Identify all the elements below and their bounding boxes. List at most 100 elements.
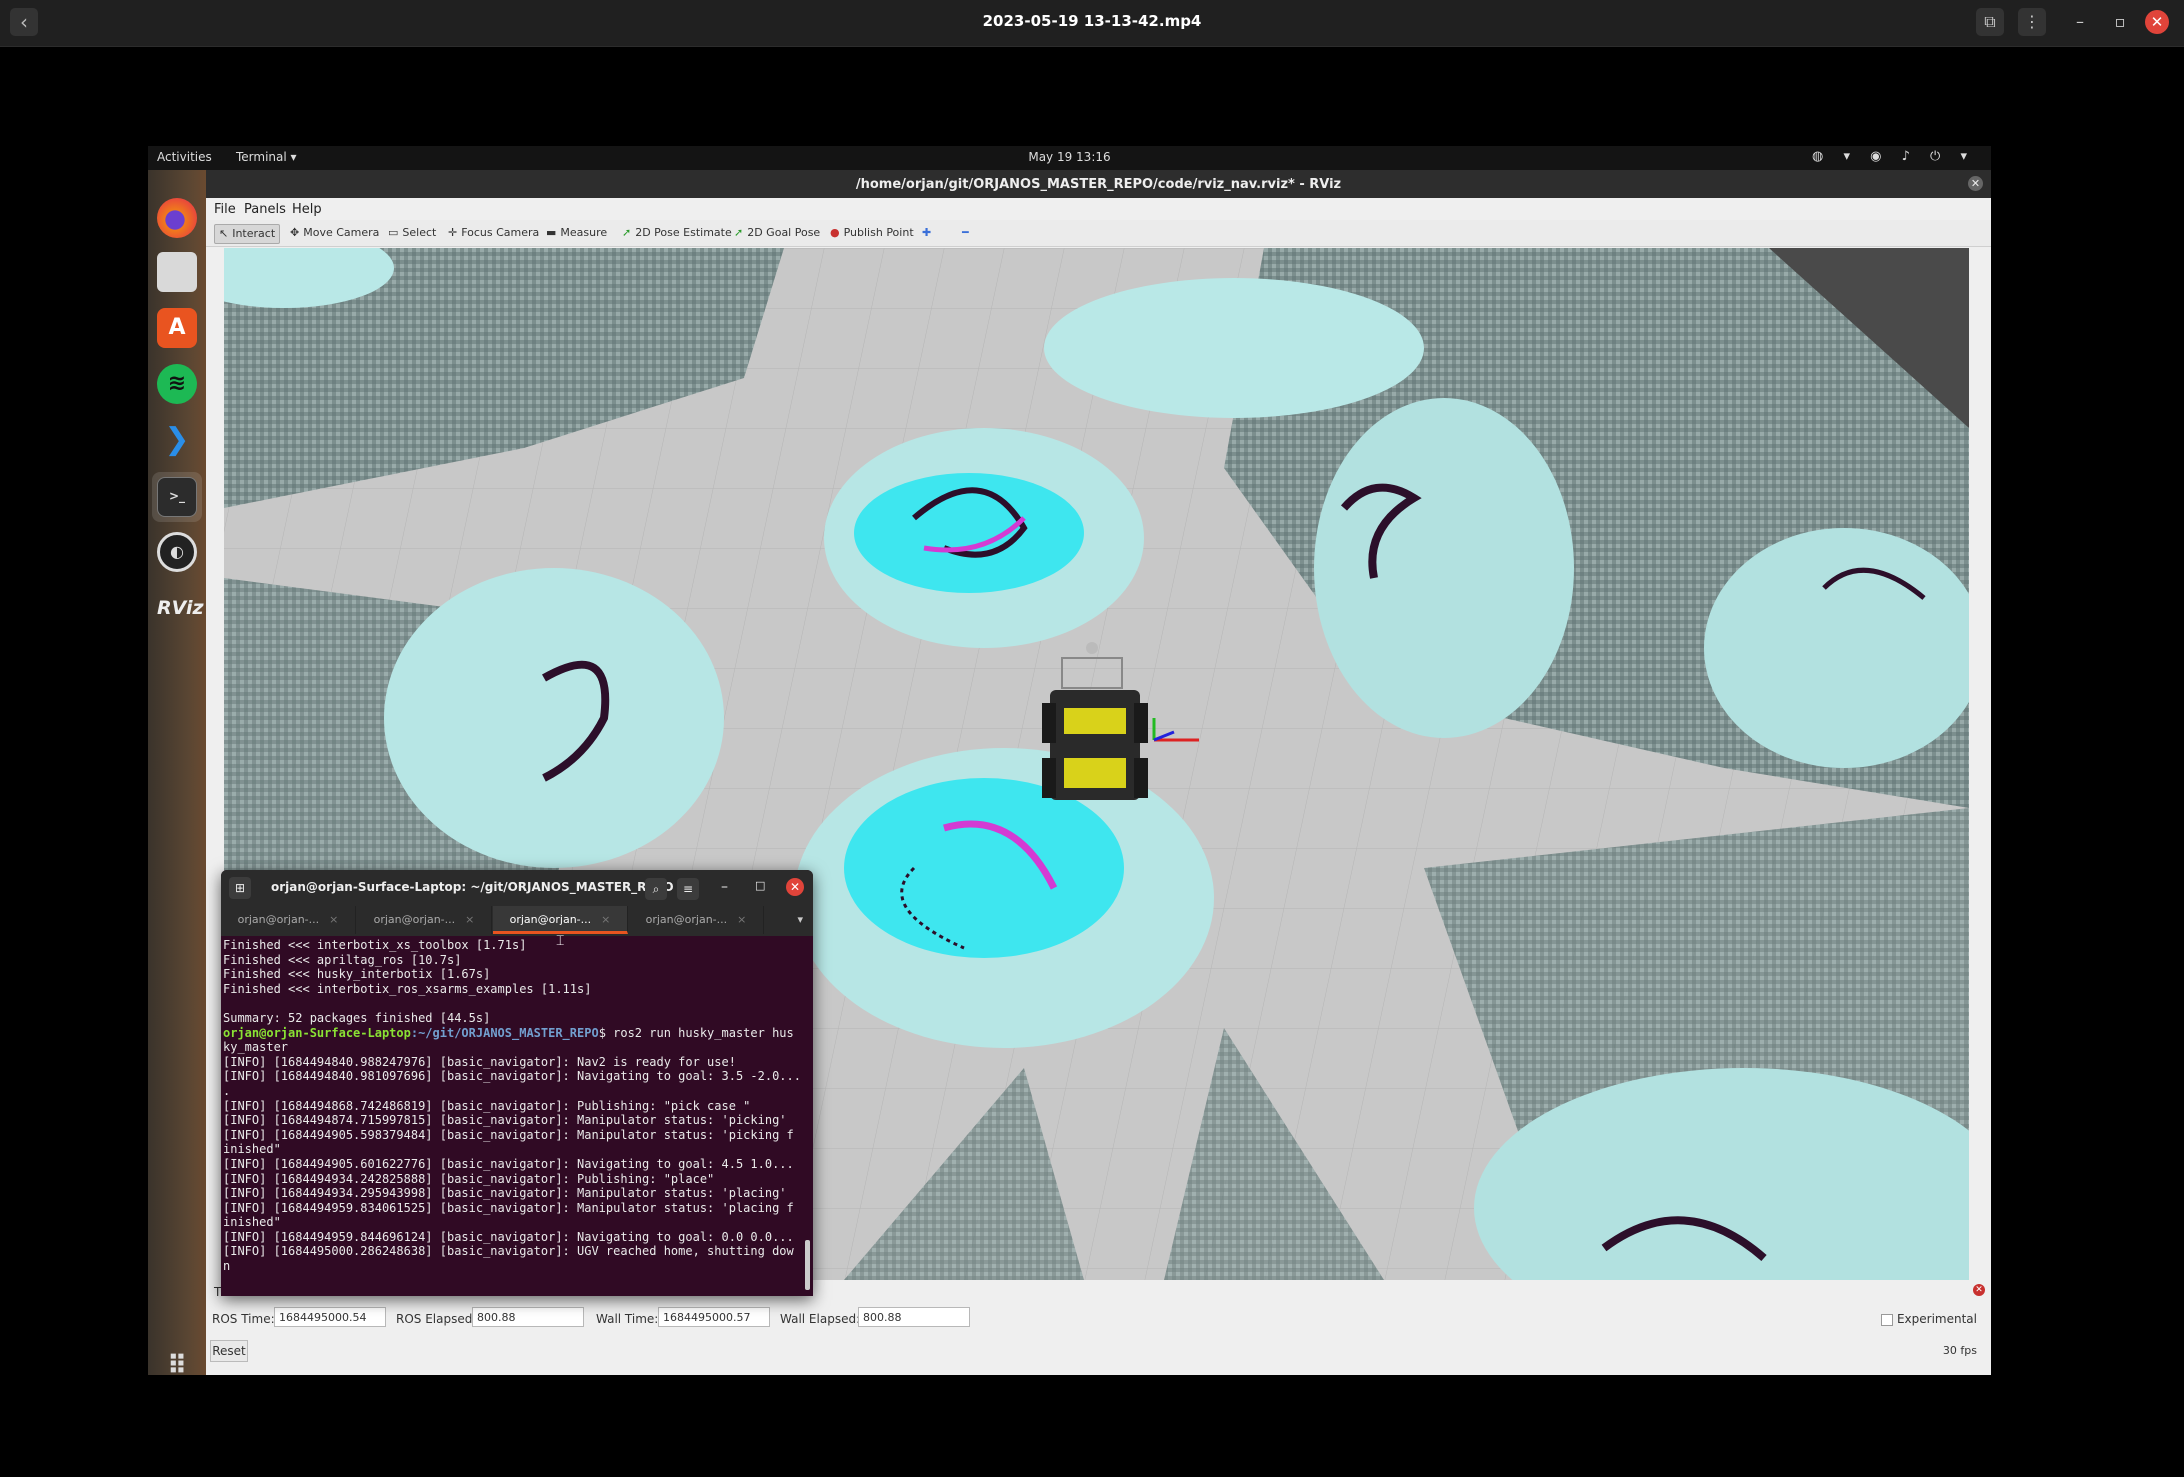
plus-icon: ✚ — [922, 226, 932, 239]
output-after: ky_master [INFO] [1684494840.988247976] [… — [223, 1040, 803, 1274]
prompt-path: :~/git/ORJANOS_MASTER_REPO — [410, 1025, 599, 1040]
tool-move-camera[interactable]: ✥ Move Camera — [286, 224, 383, 242]
terminal-tab[interactable]: orjan@orjan-... × — [629, 906, 764, 934]
tab-label: orjan@orjan-... — [509, 913, 592, 926]
terminal-icon[interactable]: >_ — [157, 477, 197, 517]
firefox-icon[interactable] — [157, 198, 197, 238]
wall-elapsed-field[interactable]: 800.88 — [858, 1307, 970, 1327]
minimize-icon[interactable]: – — [721, 879, 728, 895]
focus-icon: ✛ — [448, 226, 458, 239]
spotify-icon[interactable]: ≋ — [157, 364, 197, 404]
maximize-icon[interactable]: ▫ — [2106, 8, 2134, 36]
scrollbar[interactable] — [805, 1240, 810, 1290]
ruler-icon: ▬ — [546, 226, 557, 239]
terminal-tab-active[interactable]: orjan@orjan-... × — [493, 906, 628, 934]
obs-icon[interactable]: ◐ — [157, 532, 197, 572]
mouse-cursor-icon: ⌶ — [556, 933, 565, 949]
tool-label: Measure — [560, 226, 608, 239]
terminal-line: [INFO] [1684495000.286248638] [basic_nav… — [223, 1244, 794, 1259]
tool-focus-camera[interactable]: ✛ Focus Camera — [444, 224, 543, 242]
wall-elapsed-label: Wall Elapsed: — [780, 1312, 861, 1326]
menu-help[interactable]: Help — [292, 202, 322, 217]
tabs-dropdown-icon[interactable]: ▾ — [797, 906, 803, 934]
reset-button[interactable]: Reset — [210, 1340, 248, 1362]
menu-icon[interactable]: ⋮ — [2018, 8, 2046, 36]
terminal-line: [INFO] [1684494905.598379484] [basic_nav… — [223, 1127, 794, 1142]
add-tool-button[interactable]: ✚ — [918, 224, 939, 242]
close-icon[interactable]: ✕ — [2145, 10, 2169, 34]
output-before: Finished <<< interbotix_xs_toolbox [1.71… — [223, 938, 803, 1026]
system-tray[interactable]: ◍ ▾ ◉ ♪ ⏻ ▾ — [1812, 149, 1975, 164]
tool-label: Focus Camera — [461, 226, 540, 239]
search-icon[interactable]: ⌕ — [645, 878, 667, 900]
terminal-line: n — [223, 1259, 231, 1274]
rviz-titlebar: /home/orjan/git/ORJANOS_MASTER_REPO/code… — [206, 170, 1991, 198]
software-center-icon[interactable]: A — [157, 308, 197, 348]
maximize-icon[interactable]: □ — [755, 879, 765, 892]
prompt-command: $ ros2 run husky_master hus — [598, 1025, 794, 1040]
ros-elapsed-field[interactable]: 800.88 — [472, 1307, 584, 1327]
experimental-label: Experimental — [1896, 1312, 1977, 1326]
vscode-icon[interactable]: ❯ — [157, 420, 197, 460]
prompt-user: orjan@orjan-Surface-Laptop — [223, 1025, 411, 1040]
arrow-green-icon: ➚ — [622, 226, 632, 239]
tool-2d-goal-pose[interactable]: ➚ 2D Goal Pose — [730, 224, 824, 242]
files-icon[interactable] — [157, 252, 197, 292]
terminal-line: Finished <<< apriltag_ros [10.7s] — [223, 952, 462, 967]
terminal-tab[interactable]: orjan@orjan-... × — [357, 906, 492, 934]
tool-interact[interactable]: ↖ Interact — [214, 224, 281, 244]
close-panel-icon[interactable]: ✕ — [1973, 1284, 1985, 1296]
terminal-line: [INFO] [1684494905.601622776] [basic_nav… — [223, 1156, 794, 1171]
terminal-line: Finished <<< interbotix_ros_xsarms_examp… — [223, 981, 592, 996]
menubar: File Panels Help — [206, 198, 1991, 220]
terminal-line: [INFO] [1684494934.295943998] [basic_nav… — [223, 1186, 787, 1201]
terminal-header: ⊞ orjan@orjan-Surface-Laptop: ~/git/ORJA… — [221, 870, 813, 906]
close-icon[interactable]: ✕ — [786, 878, 804, 896]
terminal-line: [INFO] [1684494868.742486819] [basic_nav… — [223, 1098, 751, 1113]
terminal-output[interactable]: Finished <<< interbotix_xs_toolbox [1.71… — [223, 938, 803, 1294]
clock[interactable]: May 19 13:16 — [148, 150, 1991, 164]
fps-counter: 30 fps — [1942, 1344, 1977, 1357]
tool-label: Select — [402, 226, 437, 239]
close-tab-icon[interactable]: × — [601, 913, 610, 926]
terminal-line: [INFO] [1684494959.844696124] [basic_nav… — [223, 1229, 794, 1244]
close-icon[interactable]: ✕ — [1968, 176, 1983, 191]
rviz-icon[interactable]: RViz — [157, 588, 204, 628]
new-tab-icon[interactable]: ⊞ — [229, 877, 251, 899]
terminal-line: Summary: 52 packages finished [44.5s] — [223, 1010, 491, 1025]
terminal-title: orjan@orjan-Surface-Laptop: ~/git/ORJANO… — [271, 880, 674, 894]
close-tab-icon[interactable]: × — [465, 913, 474, 926]
tool-publish-point[interactable]: ● Publish Point — [826, 224, 918, 242]
prompt-line: orjan@orjan-Surface-Laptop:~/git/ORJANOS… — [223, 1026, 803, 1041]
ros-time-field[interactable]: 1684495000.54 — [274, 1307, 386, 1327]
terminal-line: Finished <<< husky_interbotix [1.67s] — [223, 967, 491, 982]
arrow-green-icon: ➚ — [734, 226, 744, 239]
dock: A ≋ ❯ >_ ◐ RViz ⠿ — [148, 170, 206, 1375]
tool-measure[interactable]: ▬ Measure — [542, 224, 611, 242]
tool-select[interactable]: ▭ Select — [384, 224, 440, 242]
minus-icon: ━ — [962, 226, 969, 239]
experimental-checkbox[interactable]: Experimental — [1880, 1312, 1977, 1326]
hamburger-menu-icon[interactable]: ≡ — [677, 878, 699, 900]
ros-time-label: ROS Time: — [212, 1312, 275, 1326]
close-tab-icon[interactable]: × — [737, 913, 746, 926]
terminal-tab[interactable]: orjan@orjan-... × — [221, 906, 356, 934]
tab-label: orjan@orjan-... — [645, 913, 728, 926]
close-tab-icon[interactable]: × — [329, 913, 338, 926]
cast-icon[interactable]: ⧉ — [1976, 8, 2004, 36]
terminal-line: Finished <<< interbotix_xs_toolbox [1.71… — [223, 938, 527, 952]
tool-label: Interact — [232, 227, 276, 240]
rviz-title: /home/orjan/git/ORJANOS_MASTER_REPO/code… — [855, 177, 1342, 192]
menu-panels[interactable]: Panels — [244, 202, 286, 217]
terminal-line: [INFO] [1684494874.715997815] [basic_nav… — [223, 1113, 787, 1128]
tab-label: orjan@orjan-... — [237, 913, 320, 926]
minimize-icon[interactable]: – — [2066, 8, 2094, 36]
player-bar: ‹ 2023-05-19 13-13-42.mp4 ⧉ ⋮ – ▫ ✕ — [0, 0, 2184, 47]
wall-time-field[interactable]: 1684495000.57 — [658, 1307, 770, 1327]
tool-2d-pose-estimate[interactable]: ➚ 2D Pose Estimate — [618, 224, 736, 242]
terminal-line: ky_master — [223, 1040, 289, 1055]
show-apps-icon[interactable]: ⠿ — [157, 1346, 197, 1375]
cursor-icon: ↖ — [219, 227, 229, 240]
remove-tool-button[interactable]: ━ — [958, 224, 977, 242]
menu-file[interactable]: File — [214, 202, 236, 217]
